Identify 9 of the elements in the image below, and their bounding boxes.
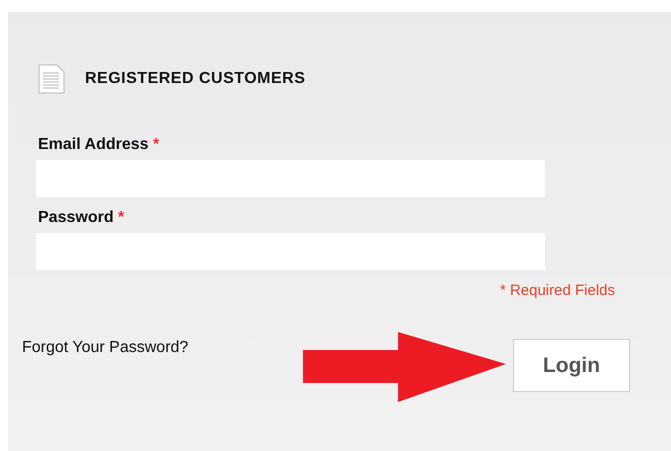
required-asterisk: * xyxy=(153,136,160,153)
document-icon xyxy=(38,64,65,94)
login-button[interactable]: Login xyxy=(513,339,630,392)
required-note: * Required Fields xyxy=(500,282,615,299)
section-title: REGISTERED CUSTOMERS xyxy=(85,70,306,88)
field-label: Password xyxy=(38,209,114,226)
field-label: Email Address xyxy=(38,136,149,153)
required-asterisk: * xyxy=(118,209,124,226)
forgot-password-link[interactable]: Forgot Your Password? xyxy=(22,339,513,357)
